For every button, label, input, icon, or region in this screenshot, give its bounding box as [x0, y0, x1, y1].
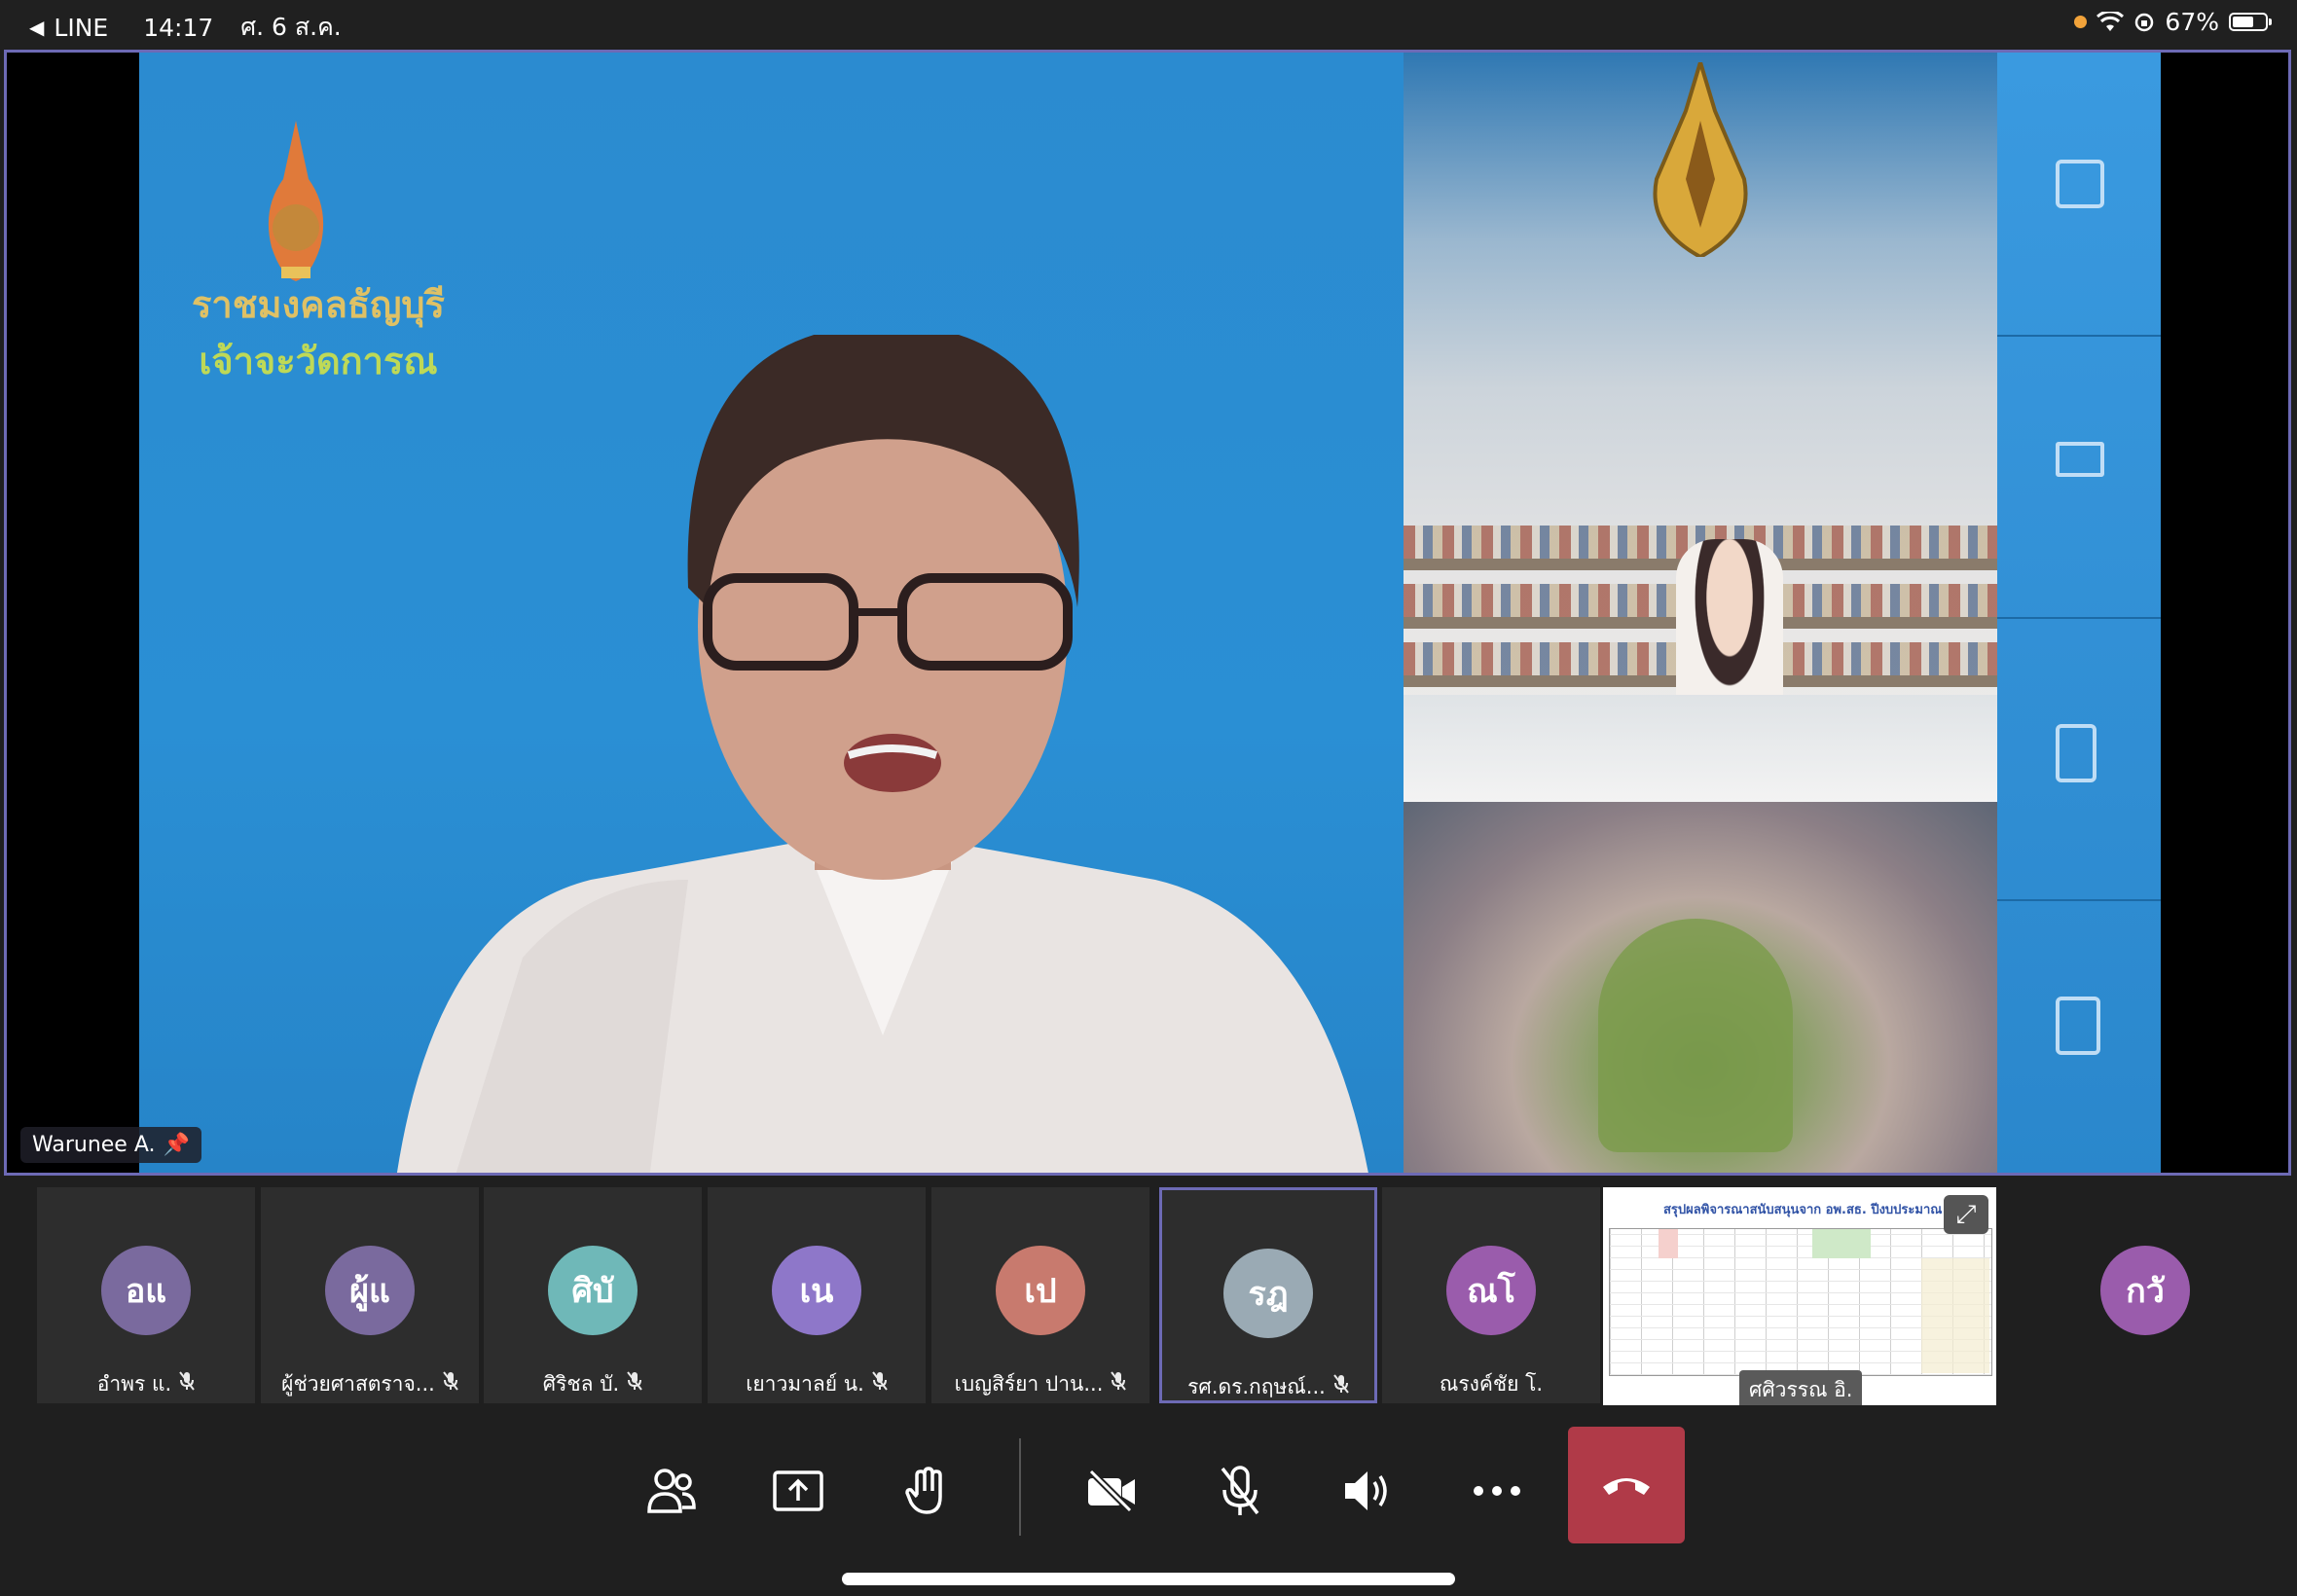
more-options-button[interactable] [1439, 1433, 1555, 1549]
speaker-button[interactable] [1310, 1433, 1427, 1549]
camera-toggle-button[interactable] [1053, 1433, 1170, 1549]
participant-name: ณรงค์ชัย โ. [1382, 1368, 1600, 1400]
participant-tile[interactable]: ณโณรงค์ชัย โ. [1382, 1187, 1600, 1403]
library-image-panel [1404, 53, 1997, 802]
mic-muted-icon [1333, 1374, 1349, 1397]
gold-emblem-icon [1653, 62, 1748, 257]
clock-time: 14:17 [143, 13, 214, 42]
presenter-name: ศศิวรรณ อิ. [1739, 1370, 1863, 1405]
home-menu-icon [2056, 160, 2104, 208]
status-bar: ◀ LINE 14:17 ศ. 6 ส.ค. 67% [0, 0, 2297, 49]
main-video-feed[interactable]: ราชมงคลธัญบุรี เจ้าจะวัดการณ Warunee A. … [4, 50, 2291, 1176]
home-indicator[interactable] [842, 1573, 1455, 1585]
participant-name-text: ศิริชล บั. [542, 1372, 620, 1396]
mic-off-icon [1221, 1466, 1259, 1515]
university-emblem-icon [268, 121, 324, 281]
pin-icon[interactable]: 📌 [163, 1133, 189, 1157]
share-screen-button[interactable] [740, 1433, 857, 1549]
participant-avatar: รฎ [1223, 1249, 1313, 1338]
house-menu-icon [2056, 997, 2100, 1055]
participant-tile[interactable]: กวั [2036, 1187, 2254, 1403]
participant-avatar: กวั [2100, 1246, 2190, 1335]
participant-name: เยาวมาลย์ น. [708, 1368, 926, 1400]
status-date: ศ. 6 ส.ค. [240, 13, 342, 41]
participant-name-text: อำพร แ. [96, 1372, 172, 1396]
participant-avatar: อแ [101, 1246, 191, 1335]
speaker-name: Warunee A. [32, 1133, 156, 1157]
back-app-label[interactable]: LINE [54, 14, 108, 42]
hang-up-button[interactable] [1568, 1427, 1685, 1543]
spreadsheet-preview [1609, 1228, 1992, 1376]
raise-hand-button[interactable] [868, 1433, 985, 1549]
battery-percent: 67% [2165, 8, 2219, 36]
people-button[interactable] [613, 1433, 730, 1549]
participant-avatar: ผู้แ [325, 1246, 415, 1335]
participant-name: ผู้ช่วยศาสตราจ... [261, 1368, 479, 1400]
participant-avatar: เน [772, 1246, 861, 1335]
logo-line-1: ราชมงคลธัญบุรี [192, 283, 445, 326]
more-icon [1474, 1486, 1520, 1496]
speaker-person [396, 335, 1368, 1173]
side-menu-strip [1997, 53, 2161, 1173]
mic-muted-icon [872, 1371, 888, 1395]
mic-in-use-indicator-icon [2074, 16, 2088, 28]
speaker-icon [1345, 1471, 1387, 1510]
participant-name-text: เบญสิร์ยา ปาน... [954, 1372, 1104, 1396]
bus-menu-icon [2056, 442, 2104, 477]
speaker-name-tag: Warunee A. 📌 [20, 1127, 201, 1163]
shared-screen-tile[interactable]: สรุปผลพิจารณาสนับสนุนจาก อพ.สธ. ปีงบประม… [1603, 1187, 1996, 1405]
battery-icon [2229, 13, 2272, 31]
participant-tile[interactable]: ผู้แผู้ช่วยศาสตราจ... [261, 1187, 479, 1403]
orientation-lock-icon [2135, 13, 2154, 31]
camera-off-icon [1088, 1469, 1135, 1512]
mic-muted-icon [179, 1371, 195, 1395]
participant-tile[interactable]: เปเบญสิร์ยา ปาน... [931, 1187, 1149, 1403]
raise-hand-icon [905, 1467, 942, 1514]
participant-tile[interactable]: ศิบัศิริชล บั. [484, 1187, 702, 1403]
participant-tile[interactable]: เนเยาวมาลย์ น. [708, 1187, 926, 1403]
participant-avatar: ณโ [1446, 1246, 1536, 1335]
hang-up-icon [1603, 1478, 1650, 1495]
building-menu-icon [2056, 724, 2096, 782]
share-screen-icon [773, 1470, 823, 1511]
participant-name-text: ณรงค์ชัย โ. [1439, 1372, 1544, 1396]
wifi-icon [2096, 11, 2125, 31]
participant-tile[interactable]: รฎรศ.ดร.กฤษณ์... [1159, 1187, 1377, 1403]
campus-aerial-panel [1404, 802, 1997, 1173]
participant-name: เบญสิร์ยา ปาน... [931, 1368, 1149, 1400]
participant-name: รศ.ดร.กฤษณ์... [1162, 1371, 1374, 1403]
back-arrow-icon[interactable]: ◀ [29, 16, 44, 39]
participant-avatar: เป [996, 1246, 1085, 1335]
mic-muted-icon [443, 1371, 458, 1395]
shared-sheet-title: สรุปผลพิจารณาสนับสนุนจาก อพ.สธ. ปีงบประม… [1663, 1203, 1983, 1217]
participant-name-text: รศ.ดร.กฤษณ์... [1187, 1375, 1326, 1398]
participant-name: อำพร แ. [37, 1368, 255, 1400]
expand-icon[interactable]: ⤢ [1944, 1195, 1988, 1234]
participant-name-text: ผู้ช่วยศาสตราจ... [281, 1372, 435, 1396]
mic-muted-icon [627, 1371, 642, 1395]
mic-muted-icon [1111, 1371, 1127, 1395]
controls-divider [1019, 1438, 1021, 1536]
participant-tile[interactable]: อแอำพร แ. [37, 1187, 255, 1403]
call-controls-bar [0, 1409, 2297, 1596]
participant-name: ศิริชล บั. [484, 1368, 702, 1400]
people-icon [647, 1469, 696, 1513]
participant-avatar: ศิบั [548, 1246, 638, 1335]
mic-toggle-button[interactable] [1182, 1433, 1298, 1549]
participant-name-text: เยาวมาลย์ น. [746, 1372, 864, 1396]
